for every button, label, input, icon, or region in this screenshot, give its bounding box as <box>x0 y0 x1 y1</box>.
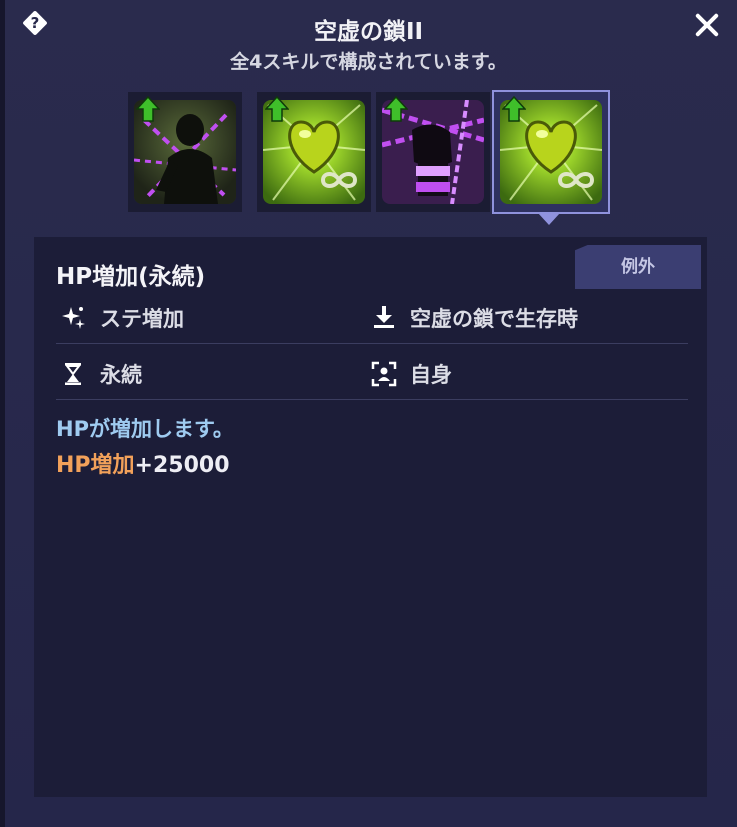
upgrade-arrow-icon <box>265 96 289 122</box>
hourglass-icon <box>65 363 81 385</box>
attr-duration-label: 永続 <box>100 363 142 387</box>
attr-condition-label: 空虚の鎖で生存時 <box>410 307 578 331</box>
skill-icon-3[interactable] <box>376 92 490 212</box>
download-arrow-icon <box>374 306 394 328</box>
close-button[interactable] <box>690 8 724 42</box>
effect-value: +25000 <box>134 453 230 478</box>
skill-icon-1[interactable] <box>128 92 242 212</box>
dialog-subtitle: 全4スキルで構成されています。 <box>230 51 507 73</box>
skill-detail-panel: HP増加(永続) 例外 ステ増加 空虚の鎖で生存時 永続 自身 HPが増加します… <box>34 237 707 797</box>
skill-icon-4-selected[interactable] <box>492 90 610 214</box>
upgrade-arrow-icon <box>384 96 408 122</box>
upgrade-arrow-icon <box>136 96 160 122</box>
skill-name: HP増加(永続) <box>56 264 206 290</box>
effect-key: HP増加 <box>56 453 135 478</box>
attr-type-label: ステ増加 <box>100 307 184 331</box>
exception-tag: 例外 <box>575 245 701 289</box>
skill-icon-2[interactable] <box>257 92 371 212</box>
target-self-icon <box>371 361 397 387</box>
skill-effect: HP増加+25000 <box>56 447 230 479</box>
skill-description: HPが増加します。 <box>56 417 234 441</box>
sparkle-stat-icon <box>62 307 85 329</box>
row-divider <box>56 343 688 344</box>
dialog-title: 空虚の鎖II <box>313 19 424 45</box>
selected-pointer <box>538 213 560 225</box>
upgrade-arrow-icon <box>502 96 526 122</box>
row-divider <box>56 399 688 400</box>
attr-target-label: 自身 <box>410 363 452 387</box>
